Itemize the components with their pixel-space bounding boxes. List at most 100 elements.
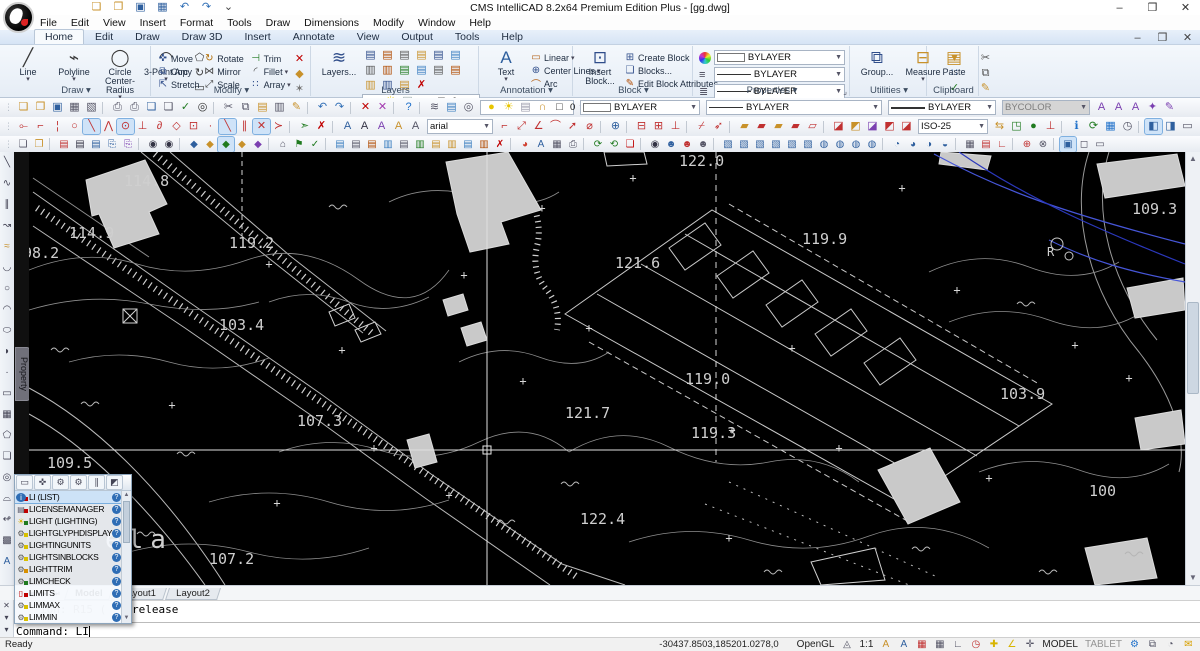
rotate-button[interactable]: ↻Rotate (202, 52, 248, 65)
dim-radius-icon[interactable]: ➚ (564, 119, 581, 134)
export-icon[interactable]: ▧ (83, 100, 100, 115)
grid-display-icon[interactable]: ▦ (931, 639, 948, 651)
layer-fade-icon[interactable]: ▤ (430, 48, 447, 63)
snap-intersection-icon[interactable]: ✕ (253, 119, 270, 134)
layout-tab-layout2[interactable]: Layout2 (165, 588, 221, 600)
match-properties-icon[interactable]: ✎ (288, 100, 305, 115)
copy-clip-icon[interactable]: ⧉ (977, 66, 994, 81)
entity-track-icon[interactable]: ∠ (1003, 639, 1020, 651)
cut-icon[interactable]: ✂ (977, 51, 994, 66)
running-snaps-icon[interactable]: ➣ (296, 119, 313, 134)
fillet-button[interactable]: ◜Fillet▾ (249, 65, 291, 78)
snap-tangent-icon[interactable]: ∂ (151, 119, 168, 134)
layer-tool-3-icon[interactable]: ▤ (364, 137, 380, 152)
help-button[interactable]: ? (112, 577, 121, 586)
properties-dialog-launcher[interactable]: ⌟ (843, 87, 847, 96)
view-named-icon[interactable]: ▭ (1179, 119, 1196, 134)
help-button[interactable]: ? (112, 565, 121, 574)
dim-angular-icon[interactable]: ∠ (530, 119, 547, 134)
layer-tool-9-icon[interactable]: ▤ (460, 137, 476, 152)
popup-move-icon[interactable]: ✜ (34, 475, 51, 490)
draw-donut-icon[interactable]: ◎ (1, 467, 14, 488)
layer-hide-icon[interactable]: ▤ (396, 48, 413, 63)
dim-save-icon[interactable]: ◳ (1008, 119, 1025, 134)
xref-manager-icon[interactable]: ⎘ (120, 137, 136, 152)
window-layout-icon[interactable]: ⧉ (1144, 639, 1161, 651)
xref-attach-icon[interactable]: ⎘ (104, 137, 120, 152)
toolbar-grip[interactable]: ⋮ (4, 121, 13, 132)
dropdown-arrow-icon[interactable]: ▼ (832, 54, 842, 61)
annotation-visibility-icon[interactable]: A (877, 639, 894, 651)
snap-apparent-icon[interactable]: ¦ (49, 119, 66, 134)
move-button[interactable]: ✜Move (156, 52, 202, 65)
annotation-scale-value[interactable]: 1:1 (856, 639, 876, 651)
menu-format[interactable]: Format (173, 16, 220, 30)
layer-prev-icon[interactable]: ▤ (447, 63, 464, 78)
copy-icon[interactable]: ⧉ (237, 100, 254, 115)
sphere-1-icon[interactable]: ◔ (889, 137, 905, 152)
tab-insert[interactable]: Insert (233, 29, 281, 44)
view-se-iso-icon[interactable]: ◍ (832, 137, 848, 152)
tab-tools[interactable]: Tools (444, 29, 491, 44)
draw-rectangle-icon[interactable]: ▭ (1, 383, 14, 404)
snap-center-icon[interactable]: ○ (66, 119, 83, 134)
snap-parallel-icon[interactable]: ∥ (236, 119, 253, 134)
layer-tool-1-icon[interactable]: ▤ (332, 137, 348, 152)
tab-edit[interactable]: Edit (84, 29, 124, 44)
annotation-scale-icon[interactable]: ◬ (838, 639, 855, 651)
layer-tool-7-icon[interactable]: ▤ (428, 137, 444, 152)
named-views-icon[interactable]: ▤ (978, 137, 994, 152)
lock-icon[interactable]: ∩ (534, 100, 551, 115)
save-as-icon[interactable]: ▦ (66, 100, 83, 115)
draw-text-icon[interactable]: A (1, 551, 14, 572)
page-setup-icon[interactable]: ❐ (31, 137, 47, 152)
layer-tool-4-icon[interactable]: ▥ (380, 137, 396, 152)
draw-region-icon[interactable]: ▩ (1, 530, 14, 551)
scrollbar-thumb[interactable] (1187, 302, 1199, 394)
help-button[interactable]: ? (112, 589, 121, 598)
layer-unlock-icon[interactable]: ▤ (430, 63, 447, 78)
draw-line-icon[interactable]: ╲ (1, 152, 14, 173)
close-button[interactable]: ✕ (1177, 1, 1194, 16)
view-nw-iso-icon[interactable]: ◍ (864, 137, 880, 152)
sphere-3-icon[interactable]: ◑ (921, 137, 937, 152)
menu-view[interactable]: View (96, 16, 133, 30)
menu-dimensions[interactable]: Dimensions (297, 16, 366, 30)
snap-quadrant-icon[interactable]: ◇ (168, 119, 185, 134)
sphere-2-icon[interactable]: ◕ (905, 137, 921, 152)
page-check-icon[interactable]: ✓ (307, 137, 323, 152)
snap-node-icon[interactable]: ⊙ (117, 119, 134, 134)
dim-update-icon[interactable]: ▰ (770, 119, 787, 134)
print-icon[interactable]: ⎙ (126, 100, 143, 115)
draw-arc3-icon[interactable]: ◠ (1, 299, 14, 320)
dim-style-2-icon[interactable]: ◩ (847, 119, 864, 134)
help-button[interactable]: ? (112, 541, 121, 550)
snap-nearest-icon[interactable]: ╲ (83, 119, 100, 134)
help-icon[interactable]: ? (400, 100, 417, 115)
sphere-4-icon[interactable]: ◒ (937, 137, 953, 152)
cut-icon[interactable]: ✂ (220, 100, 237, 115)
gem-green-icon[interactable]: ◆ (218, 137, 234, 152)
preview-page-icon[interactable]: ❏ (15, 137, 31, 152)
dim-zoom-icon[interactable]: ⊕ (607, 119, 624, 134)
renderer-label[interactable]: OpenGL (794, 639, 838, 651)
layer-lock-icon[interactable]: ▤ (413, 48, 430, 63)
draw-hatch-icon[interactable]: ▦ (1, 404, 14, 425)
snap-point-icon[interactable]: · (202, 119, 219, 134)
scroll-down-icon[interactable]: ▼ (1186, 571, 1200, 585)
mdi-restore-button[interactable]: ❐ (1154, 31, 1171, 46)
layer-tool-8-icon[interactable]: ▥ (444, 137, 460, 152)
layers-manager-icon[interactable]: ≋ (426, 100, 443, 115)
table-info-icon[interactable]: ▦ (1102, 119, 1119, 134)
menu-insert[interactable]: Insert (133, 16, 173, 30)
layer-tool-10-icon[interactable]: ▥ (476, 137, 492, 152)
dropdown-arrow-icon[interactable]: ▼ (832, 71, 842, 78)
view-top-icon[interactable]: ▧ (720, 137, 736, 152)
command-close-button[interactable]: ✕ (3, 600, 10, 612)
popup-scroll-down-icon[interactable]: ▼ (122, 614, 131, 623)
draw-polygon-icon[interactable]: ⬠ (1, 425, 14, 446)
tab-draw[interactable]: Draw (124, 29, 171, 44)
view-front-icon[interactable]: ▧ (784, 137, 800, 152)
maximize-button[interactable]: ❐ (1144, 1, 1161, 16)
help-button[interactable]: ? (112, 553, 121, 562)
